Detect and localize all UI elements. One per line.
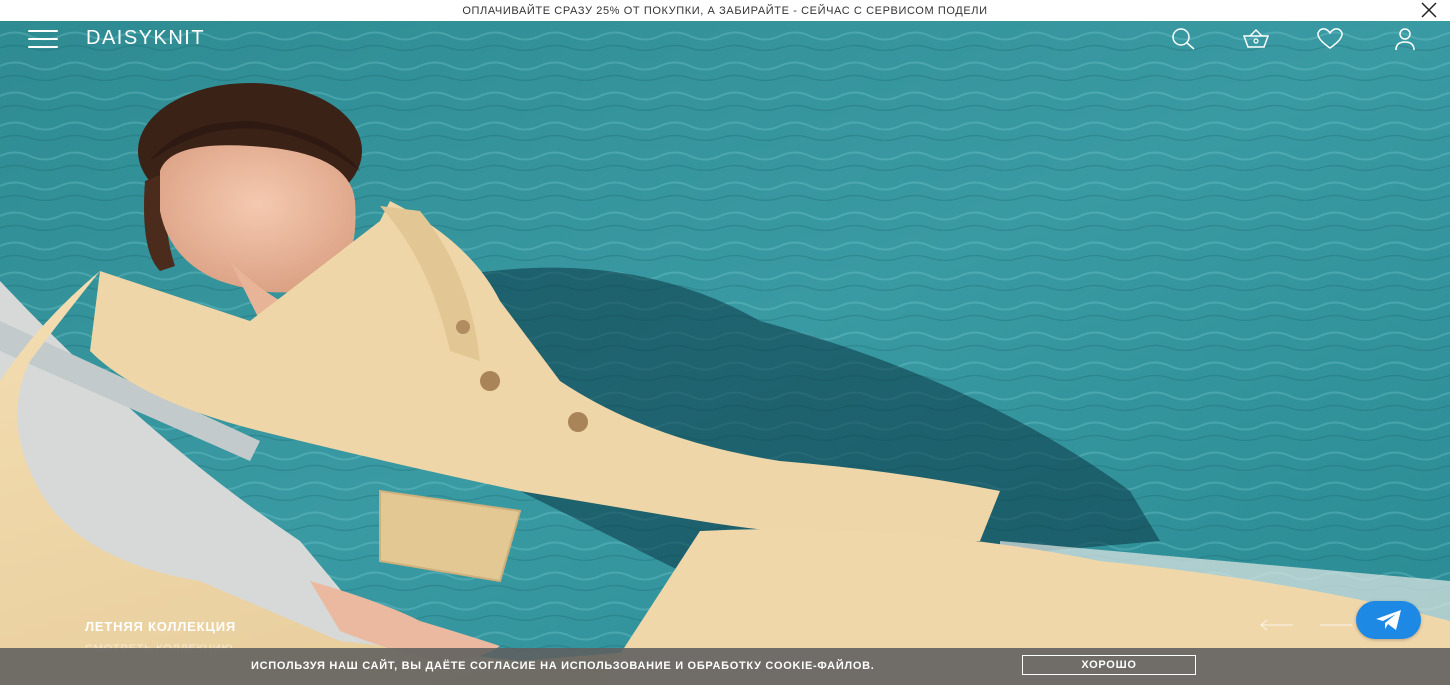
hero-slide [0,21,1450,685]
search-icon[interactable] [1167,27,1197,51]
telegram-button[interactable] [1356,601,1421,639]
site-header: DAISYKNIT [0,21,1450,57]
basket-icon[interactable] [1241,27,1271,51]
promo-text: ОПЛАЧИВАЙТЕ СРАЗУ 25% ОТ ПОКУПКИ, А ЗАБИ… [462,4,988,17]
telegram-icon [1375,610,1401,630]
close-icon[interactable] [1420,2,1438,18]
logo[interactable]: DAISYKNIT [86,27,205,50]
hero-image [0,21,1450,685]
arrow-right-icon[interactable] [1318,617,1354,633]
cookie-text: ИСПОЛЬЗУЯ НАШ САЙТ, ВЫ ДАЁТЕ СОГЛАСИЕ НА… [251,660,875,672]
arrow-left-icon[interactable] [1259,617,1295,633]
cookie-banner: ИСПОЛЬЗУЯ НАШ САЙТ, ВЫ ДАЁТЕ СОГЛАСИЕ НА… [0,648,1450,685]
slide-caption: ЛЕТНЯЯ КОЛЛЕКЦИЯ [85,619,236,634]
user-icon[interactable] [1390,27,1420,51]
heart-icon[interactable] [1315,27,1345,51]
promo-bar: ОПЛАЧИВАЙТЕ СРАЗУ 25% ОТ ПОКУПКИ, А ЗАБИ… [0,0,1450,21]
menu-icon[interactable] [28,30,58,48]
accept-cookies-button[interactable]: ХОРОШО [1022,655,1196,675]
